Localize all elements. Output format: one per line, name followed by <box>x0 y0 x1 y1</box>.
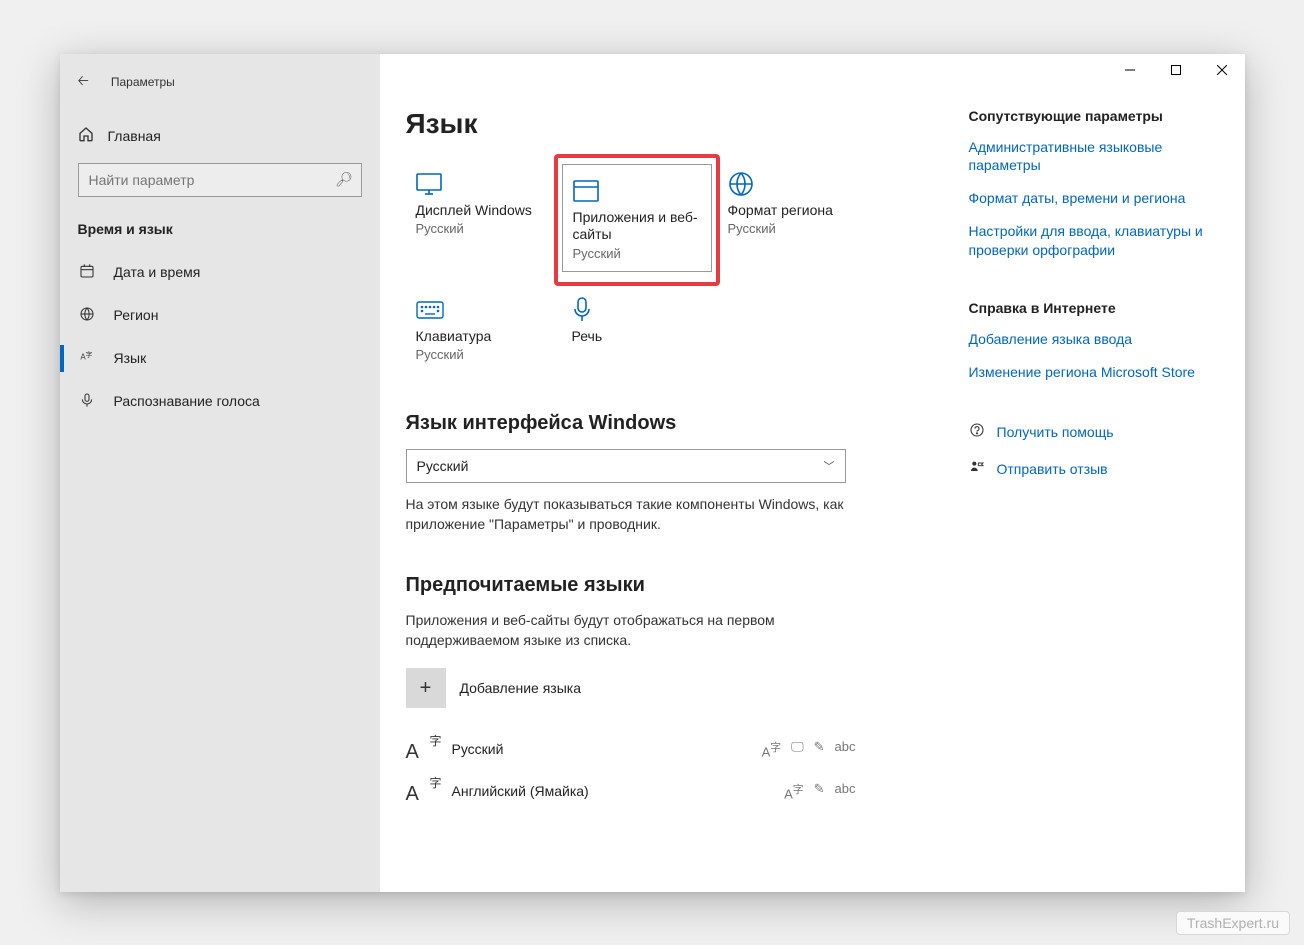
window-controls <box>1107 54 1245 86</box>
plus-icon: + <box>406 668 446 708</box>
region-icon <box>728 166 858 202</box>
search-field[interactable] <box>89 172 335 188</box>
settings-window: 🡠 Параметры Главная 🔍︎ Время и язык Дата… <box>60 54 1245 892</box>
sidebar-item-region[interactable]: Регион <box>60 294 380 337</box>
feature-handwriting-icon: ✎ <box>814 739 825 759</box>
display-language-select[interactable]: Русский ﹀ <box>406 449 846 483</box>
sidebar-item-datetime[interactable]: Дата и время <box>60 251 380 294</box>
window-title: Параметры <box>111 75 175 89</box>
tile-display[interactable]: Дисплей Windows Русский <box>406 164 556 272</box>
link-typing-settings[interactable]: Настройки для ввода, клавиатуры и провер… <box>969 222 1219 260</box>
sidebar-item-label: Язык <box>114 350 147 366</box>
get-help-label: Получить помощь <box>997 424 1114 440</box>
language-icon: A字 <box>78 349 96 368</box>
tile-title: Формат региона <box>728 202 858 220</box>
link-date-region-format[interactable]: Формат даты, времени и региона <box>969 189 1219 208</box>
maximize-button[interactable] <box>1153 54 1199 86</box>
combo-value: Русский <box>417 458 469 474</box>
section-title: Время и язык <box>60 201 380 251</box>
home-label: Главная <box>108 128 161 144</box>
language-features: A字 ✎ abc <box>784 781 855 801</box>
display-language-heading: Язык интерфейса Windows <box>406 412 939 435</box>
language-item-english-jm[interactable]: A字 Английский (Ямайка) A字 ✎ abc <box>406 770 856 812</box>
keyboard-icon <box>416 292 546 328</box>
feedback-link[interactable]: Отправить отзыв <box>969 459 1219 480</box>
chevron-down-icon: ﹀ <box>824 458 835 474</box>
feedback-icon <box>969 459 985 480</box>
tile-sub: Русский <box>573 246 701 261</box>
get-help-link[interactable]: Получить помощь <box>969 422 1219 443</box>
microphone-icon <box>78 392 96 411</box>
tile-sub: Русский <box>416 221 546 236</box>
minimize-button[interactable] <box>1107 54 1153 86</box>
globe-icon <box>78 306 96 325</box>
sidebar-item-label: Распознавание голоса <box>114 393 260 409</box>
feature-handwriting-icon: ✎ <box>814 781 825 801</box>
language-item-russian[interactable]: A字 Русский A字 🖵 ✎ abc <box>406 728 856 770</box>
help-heading: Справка в Интернете <box>969 300 1219 316</box>
home-nav[interactable]: Главная <box>60 114 380 153</box>
tile-sub: Русский <box>728 221 858 236</box>
aside-column: Сопутствующие параметры Административные… <box>969 54 1219 892</box>
display-language-desc: На этом языке будут показываться такие к… <box>406 495 846 534</box>
preferred-languages-desc: Приложения и веб-сайты будут отображатьс… <box>406 611 846 650</box>
content-column: Язык Дисплей Windows Русский <box>406 54 939 892</box>
language-tiles: Дисплей Windows Русский Приложения и веб… <box>406 164 939 365</box>
tile-apps-websites[interactable]: Приложения и веб-сайты Русский <box>554 154 720 286</box>
feature-tts-icon: 🖵 <box>791 739 804 759</box>
tile-title: Дисплей Windows <box>416 202 546 220</box>
language-name: Английский (Ямайка) <box>452 783 589 799</box>
feature-spellcheck-icon: abc <box>835 781 856 801</box>
search-input[interactable]: 🔍︎ <box>78 163 362 197</box>
main-content: Язык Дисплей Windows Русский <box>380 54 1245 892</box>
related-settings-heading: Сопутствующие параметры <box>969 108 1219 124</box>
feedback-label: Отправить отзыв <box>997 461 1108 477</box>
language-glyph-icon: A字 <box>406 776 438 806</box>
help-icon <box>969 422 985 443</box>
related-settings: Сопутствующие параметры Административные… <box>969 108 1219 260</box>
close-button[interactable] <box>1199 54 1245 86</box>
window-icon <box>573 173 701 209</box>
sidebar-item-label: Регион <box>114 307 159 323</box>
tile-keyboard[interactable]: Клавиатура Русский <box>406 290 556 365</box>
watermark: TrashExpert.ru <box>1176 911 1290 935</box>
sidebar-item-speech[interactable]: Распознавание голоса <box>60 380 380 423</box>
monitor-icon <box>416 166 546 202</box>
tile-region-format[interactable]: Формат региона Русский <box>718 164 868 272</box>
svg-text:字: 字 <box>85 350 92 359</box>
feature-display-icon: A字 <box>784 781 804 801</box>
feature-display-icon: A字 <box>762 739 782 759</box>
help-web: Справка в Интернете Добавление языка вво… <box>969 300 1219 382</box>
mic-icon <box>572 292 702 328</box>
add-language-button[interactable]: + Добавление языка <box>406 668 939 708</box>
back-button[interactable]: 🡠 <box>78 70 89 94</box>
link-admin-lang[interactable]: Административные языковые параметры <box>969 138 1219 176</box>
tile-title: Речь <box>572 328 702 346</box>
tile-title: Приложения и веб-сайты <box>573 209 701 244</box>
link-change-store-region[interactable]: Изменение региона Microsoft Store <box>969 363 1219 382</box>
tile-title: Клавиатура <box>416 328 546 346</box>
link-add-input-lang[interactable]: Добавление языка ввода <box>969 330 1219 349</box>
language-name: Русский <box>452 741 504 757</box>
search-icon: 🔍︎ <box>335 171 353 188</box>
search-wrap: 🔍︎ <box>60 153 380 201</box>
sidebar: 🡠 Параметры Главная 🔍︎ Время и язык Дата… <box>60 54 380 892</box>
home-icon <box>78 126 94 147</box>
feature-spellcheck-icon: abc <box>835 739 856 759</box>
page-title: Язык <box>406 108 939 140</box>
tile-sub: Русский <box>416 347 546 362</box>
add-language-label: Добавление языка <box>460 680 582 696</box>
titlebar: 🡠 Параметры <box>60 64 380 100</box>
language-glyph-icon: A字 <box>406 734 438 764</box>
language-features: A字 🖵 ✎ abc <box>762 739 856 759</box>
tile-speech[interactable]: Речь <box>562 290 712 365</box>
sidebar-item-language[interactable]: A字 Язык <box>60 337 380 380</box>
clock-icon <box>78 263 96 282</box>
sidebar-item-label: Дата и время <box>114 264 201 280</box>
preferred-languages-heading: Предпочитаемые языки <box>406 574 939 597</box>
